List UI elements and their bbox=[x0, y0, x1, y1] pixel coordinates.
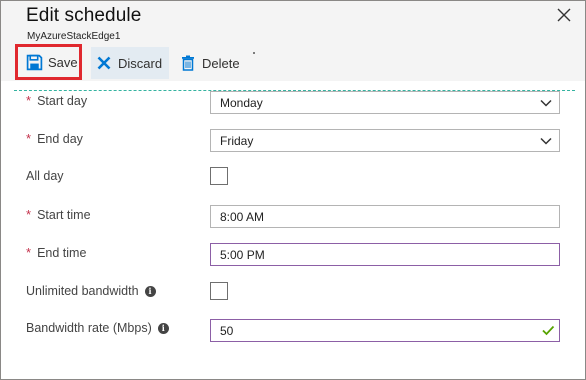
close-icon[interactable] bbox=[554, 5, 574, 25]
more-indicator bbox=[253, 52, 255, 54]
end-day-value: Friday bbox=[220, 133, 254, 148]
start-day-label-text: Start day bbox=[37, 93, 88, 108]
delete-icon bbox=[179, 54, 197, 72]
end-time-label-text: End time bbox=[37, 245, 87, 260]
end-day-label: * End day bbox=[26, 131, 83, 146]
start-time-input[interactable]: 8:00 AM bbox=[210, 205, 560, 228]
start-time-value: 8:00 AM bbox=[220, 209, 265, 224]
info-icon[interactable]: i bbox=[157, 322, 169, 334]
discard-button-label: Discard bbox=[118, 55, 163, 71]
required-marker: * bbox=[26, 207, 32, 222]
panel-header: Edit schedule MyAzureStackEdge1 Save Dis… bbox=[1, 1, 585, 81]
unlimited-bandwidth-checkbox[interactable] bbox=[210, 282, 228, 300]
unlimited-bandwidth-label-text: Unlimited bandwidth bbox=[26, 284, 139, 298]
chevron-down-icon bbox=[539, 134, 553, 148]
bandwidth-rate-value: 50 bbox=[220, 323, 234, 338]
end-time-value: 5:00 PM bbox=[220, 247, 265, 262]
start-day-dropdown[interactable]: Monday bbox=[210, 91, 560, 114]
save-button-label: Save bbox=[48, 54, 78, 70]
chevron-down-icon bbox=[539, 96, 553, 110]
checkmark-icon bbox=[541, 323, 555, 337]
required-marker: * bbox=[26, 93, 32, 108]
end-time-input[interactable]: 5:00 PM bbox=[210, 243, 560, 266]
delete-button-label: Delete bbox=[202, 55, 240, 71]
unlimited-bandwidth-label: Unlimited bandwidth i bbox=[26, 284, 156, 298]
end-day-label-text: End day bbox=[37, 131, 83, 146]
save-icon bbox=[25, 53, 43, 71]
all-day-label: All day bbox=[26, 169, 64, 183]
discard-icon bbox=[95, 54, 113, 72]
delete-button[interactable]: Delete bbox=[177, 45, 249, 81]
end-time-label: * End time bbox=[26, 245, 86, 260]
required-marker: * bbox=[26, 131, 32, 146]
start-day-label: * Start day bbox=[26, 93, 87, 108]
start-time-label: * Start time bbox=[26, 207, 91, 222]
bandwidth-rate-input[interactable]: 50 bbox=[210, 319, 560, 342]
edit-schedule-panel: Edit schedule MyAzureStackEdge1 Save Dis… bbox=[0, 0, 586, 380]
required-marker: * bbox=[26, 245, 32, 260]
discard-button[interactable]: Discard bbox=[91, 47, 169, 79]
all-day-checkbox[interactable] bbox=[210, 167, 228, 185]
save-button[interactable]: Save bbox=[15, 44, 82, 80]
start-time-label-text: Start time bbox=[37, 207, 91, 222]
end-day-dropdown[interactable]: Friday bbox=[210, 129, 560, 152]
panel-subtitle: MyAzureStackEdge1 bbox=[27, 31, 121, 42]
info-icon[interactable]: i bbox=[144, 285, 156, 297]
bandwidth-rate-label: Bandwidth rate (Mbps) i bbox=[26, 321, 169, 335]
start-day-value: Monday bbox=[220, 95, 263, 110]
bandwidth-rate-label-text: Bandwidth rate (Mbps) bbox=[26, 321, 152, 335]
panel-title: Edit schedule bbox=[26, 5, 142, 26]
